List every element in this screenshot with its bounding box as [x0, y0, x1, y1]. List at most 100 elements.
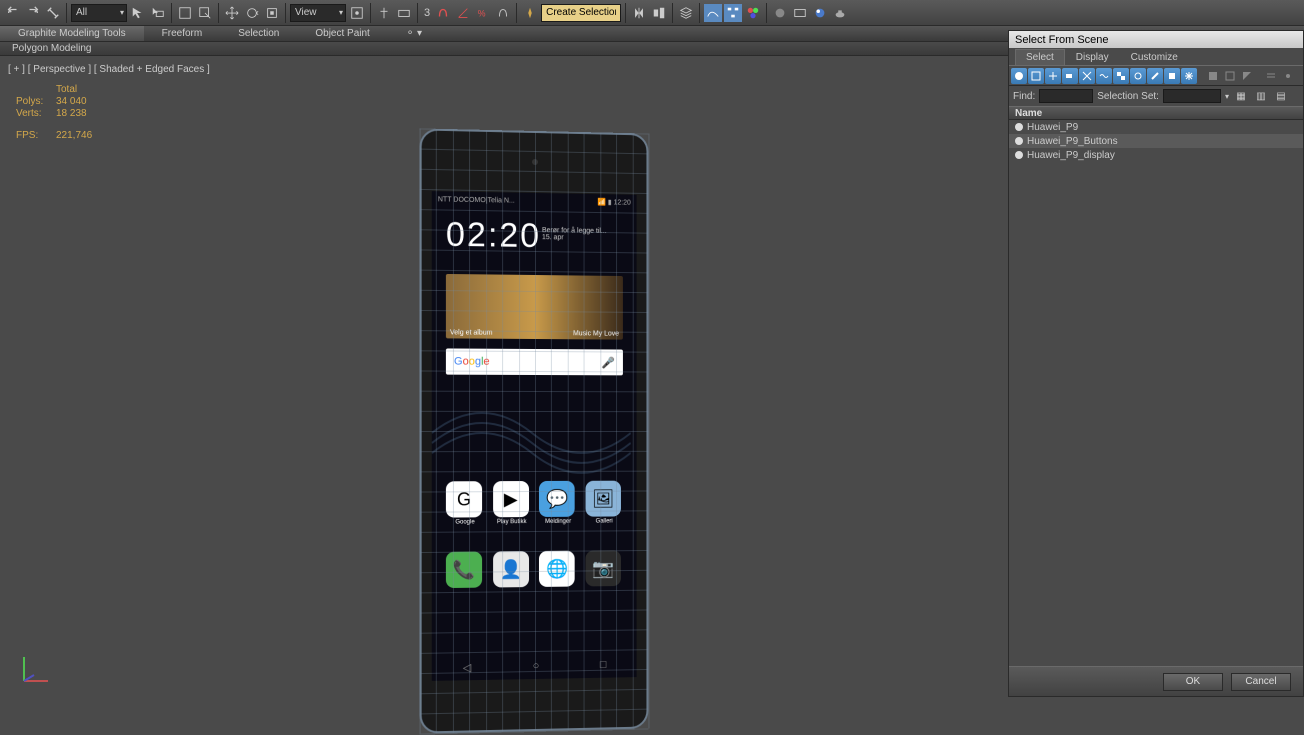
cancel-button[interactable]: Cancel [1231, 673, 1291, 691]
named-sel-icon[interactable] [521, 4, 539, 22]
axis-gizmo [16, 649, 56, 689]
filter-spacewarps-icon[interactable] [1096, 68, 1112, 84]
dialog-title: Select From Scene [1009, 31, 1303, 48]
object-name: Huawei_P9 [1027, 122, 1078, 133]
dialog-find-row: Find: Selection Set: ▾ ▦ ▥ ▤ [1009, 86, 1303, 106]
selset-tool2-icon[interactable]: ▥ [1253, 88, 1269, 104]
render-setup-icon[interactable] [771, 4, 789, 22]
teapot-icon[interactable] [831, 4, 849, 22]
filter-geometry-icon[interactable] [1011, 68, 1027, 84]
select-icon[interactable] [129, 4, 147, 22]
ribbon-tab-caret[interactable]: ⚬ ▾ [388, 26, 440, 41]
dialog-tab-select[interactable]: Select [1015, 49, 1065, 65]
move-icon[interactable] [223, 4, 241, 22]
object-dot-icon [1015, 137, 1023, 145]
object-name: Huawei_P9_Buttons [1027, 136, 1118, 147]
object-dot-icon [1015, 151, 1023, 159]
main-toolbar: All View 3 % [0, 0, 1304, 26]
svg-text:%: % [478, 8, 486, 18]
phone-clock-sub: Berør for å legge til... 15. apr [542, 227, 607, 242]
display-none-icon[interactable] [1222, 68, 1238, 84]
ribbon-tab-objectpaint[interactable]: Object Paint [297, 26, 387, 41]
dialog-tab-customize[interactable]: Customize [1120, 49, 1189, 65]
layers-icon[interactable] [677, 4, 695, 22]
percent-snap-icon[interactable]: % [474, 4, 492, 22]
link-icon[interactable] [44, 4, 62, 22]
selset-tool3-icon[interactable]: ▤ [1273, 88, 1289, 104]
list-header-name[interactable]: Name [1009, 106, 1303, 120]
mirror-icon[interactable] [630, 4, 648, 22]
dialog-filter-iconbar [1009, 66, 1303, 86]
object-dot-icon [1015, 123, 1023, 131]
refcoord-dropdown[interactable]: View [290, 4, 346, 22]
select-from-scene-dialog: Select From Scene Select Display Customi… [1008, 30, 1304, 697]
keyboard-icon[interactable] [395, 4, 413, 22]
phone-app: 🌐 [539, 551, 577, 589]
phone-camera [532, 159, 538, 165]
spinner-value: 3 [422, 7, 432, 19]
snap-toggle-icon[interactable] [434, 4, 452, 22]
curve-editor-icon[interactable] [704, 4, 722, 22]
display-influences-icon[interactable] [1280, 68, 1296, 84]
scale-icon[interactable] [263, 4, 281, 22]
display-children-icon[interactable] [1263, 68, 1279, 84]
selset-label: Selection Set: [1097, 91, 1159, 102]
ribbon-tab-selection[interactable]: Selection [220, 26, 297, 41]
list-item[interactable]: Huawei_P9 [1009, 120, 1303, 134]
undo-icon[interactable] [4, 4, 22, 22]
find-input[interactable] [1039, 89, 1093, 103]
object-name: Huawei_P9_display [1027, 150, 1115, 161]
ribbon-tab-freeform[interactable]: Freeform [144, 26, 221, 41]
ok-button[interactable]: OK [1163, 673, 1223, 691]
phone-app: 👤 [493, 551, 531, 589]
filter-dropdown[interactable]: All [71, 4, 127, 22]
scene-object-phone[interactable]: NTT DOCOMO|Telia N...📶 ▮ 12:20 02:20 Ber… [420, 128, 649, 733]
filter-xrefs-icon[interactable] [1130, 68, 1146, 84]
phone-screen: NTT DOCOMO|Telia N...📶 ▮ 12:20 02:20 Ber… [432, 191, 637, 681]
manipulate-icon[interactable] [375, 4, 393, 22]
schematic-icon[interactable] [724, 4, 742, 22]
filter-lights-icon[interactable] [1045, 68, 1061, 84]
dialog-tab-display[interactable]: Display [1065, 49, 1120, 65]
phone-app: 🖼Galleri [585, 481, 622, 525]
window-crossing-icon[interactable] [196, 4, 214, 22]
selset-input[interactable] [1163, 89, 1221, 103]
phone-app: ▶Play Butikk [493, 481, 531, 525]
rotate-icon[interactable] [243, 4, 261, 22]
filter-shapes-icon[interactable] [1028, 68, 1044, 84]
named-selection-input[interactable] [541, 4, 621, 22]
list-item[interactable]: Huawei_P9_display [1009, 148, 1303, 162]
align-icon[interactable] [650, 4, 668, 22]
list-item[interactable]: Huawei_P9_Buttons [1009, 134, 1303, 148]
filter-helpers-icon[interactable] [1079, 68, 1095, 84]
render-frame-icon[interactable] [791, 4, 809, 22]
redo-icon[interactable] [24, 4, 42, 22]
filter-container-icon[interactable] [1164, 68, 1180, 84]
display-all-icon[interactable] [1205, 68, 1221, 84]
pivot-icon[interactable] [348, 4, 366, 22]
phone-navbar: ◁○□ [432, 655, 637, 677]
rect-select-icon[interactable] [176, 4, 194, 22]
selset-tool-icon[interactable]: ▦ [1233, 88, 1249, 104]
phone-statusbar: NTT DOCOMO|Telia N...📶 ▮ 12:20 [432, 191, 637, 211]
spinner-snap-icon[interactable] [494, 4, 512, 22]
phone-clock: 02:20 [446, 216, 541, 257]
phone-searchbar: Google 🎤 [446, 348, 623, 375]
filter-groups-icon[interactable] [1113, 68, 1129, 84]
phone-app: 📷 [585, 550, 622, 588]
dialog-tabs: Select Display Customize [1009, 48, 1303, 66]
filter-frozen-icon[interactable] [1181, 68, 1197, 84]
select-name-icon[interactable] [149, 4, 167, 22]
viewport-label[interactable]: [ + ] [ Perspective ] [ Shaded + Edged F… [8, 64, 210, 75]
ribbon-tab-graphite[interactable]: Graphite Modeling Tools [0, 26, 144, 41]
scene-object-list[interactable]: Huawei_P9 Huawei_P9_Buttons Huawei_P9_disp… [1009, 120, 1303, 666]
material-editor-icon[interactable] [744, 4, 762, 22]
angle-snap-icon[interactable] [454, 4, 472, 22]
filter-bone-icon[interactable] [1147, 68, 1163, 84]
display-invert-icon[interactable] [1239, 68, 1255, 84]
filter-cameras-icon[interactable] [1062, 68, 1078, 84]
find-label: Find: [1013, 91, 1035, 102]
render-icon[interactable] [811, 4, 829, 22]
phone-app-row-1: GGoogle▶Play Butikk💬Meldinger🖼Galleri [446, 481, 623, 526]
dialog-footer: OK Cancel [1009, 666, 1303, 696]
